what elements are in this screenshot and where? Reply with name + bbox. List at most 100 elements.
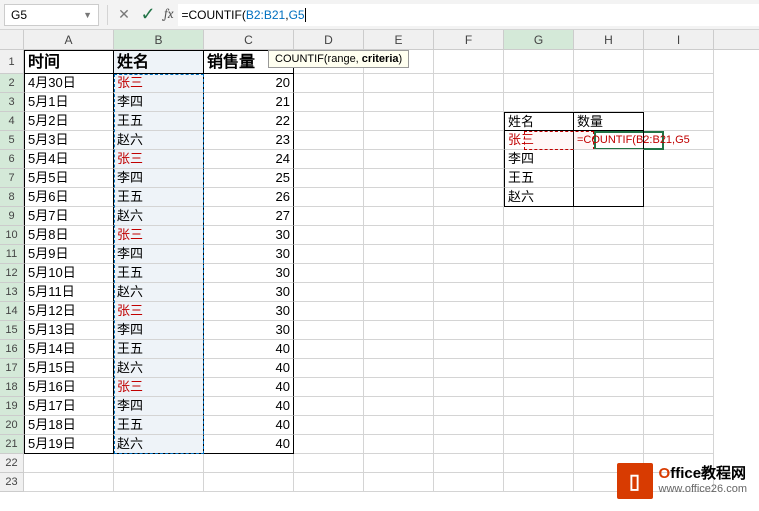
cell[interactable]: [644, 378, 714, 397]
cell-sales[interactable]: 30: [204, 321, 294, 340]
name-box[interactable]: G5 ▼: [4, 4, 99, 26]
cell[interactable]: [644, 226, 714, 245]
cell[interactable]: [644, 93, 714, 112]
row-header-16[interactable]: 16: [0, 340, 24, 359]
cell[interactable]: [574, 207, 644, 226]
cell[interactable]: [574, 359, 644, 378]
cell[interactable]: [434, 169, 504, 188]
cell[interactable]: [644, 359, 714, 378]
cell[interactable]: [434, 473, 504, 492]
side-qty[interactable]: [574, 169, 644, 188]
cell[interactable]: [204, 473, 294, 492]
cell-name[interactable]: 李四: [114, 397, 204, 416]
cell-sales[interactable]: 40: [204, 397, 294, 416]
cell-name[interactable]: 张三: [114, 226, 204, 245]
cell[interactable]: [434, 50, 504, 74]
cell[interactable]: [364, 378, 434, 397]
cell-sales[interactable]: 40: [204, 359, 294, 378]
cell[interactable]: [294, 435, 364, 454]
cell[interactable]: [294, 264, 364, 283]
cell[interactable]: [644, 397, 714, 416]
cell[interactable]: [644, 435, 714, 454]
side-header-name[interactable]: 姓名: [504, 112, 574, 131]
cell-sales[interactable]: 40: [204, 416, 294, 435]
cell-sales[interactable]: 30: [204, 264, 294, 283]
side-name[interactable]: 李四: [504, 150, 574, 169]
cell-date[interactable]: 5月2日: [24, 112, 114, 131]
cell[interactable]: [434, 283, 504, 302]
cell[interactable]: [644, 50, 714, 74]
cell[interactable]: [294, 93, 364, 112]
cell[interactable]: [364, 169, 434, 188]
cell[interactable]: [364, 283, 434, 302]
cell[interactable]: [364, 473, 434, 492]
cell-date[interactable]: 5月16日: [24, 378, 114, 397]
side-name[interactable]: 赵六: [504, 188, 574, 207]
cell[interactable]: [114, 473, 204, 492]
row-header-6[interactable]: 6: [0, 150, 24, 169]
cell-name[interactable]: 王五: [114, 188, 204, 207]
cell[interactable]: [114, 454, 204, 473]
cell-sales[interactable]: 22: [204, 112, 294, 131]
col-header-D[interactable]: D: [294, 30, 364, 49]
cell-sales[interactable]: 30: [204, 245, 294, 264]
cell[interactable]: [574, 321, 644, 340]
cell[interactable]: [24, 473, 114, 492]
cell[interactable]: [364, 435, 434, 454]
cell[interactable]: [434, 397, 504, 416]
cell[interactable]: [504, 283, 574, 302]
cell[interactable]: [364, 226, 434, 245]
cell[interactable]: [504, 473, 574, 492]
cell-date[interactable]: 5月14日: [24, 340, 114, 359]
formula-input[interactable]: =COUNTIF(B2:B21,G5: [178, 4, 759, 26]
row-header-7[interactable]: 7: [0, 169, 24, 188]
cell-date[interactable]: 5月6日: [24, 188, 114, 207]
cell-sales[interactable]: 30: [204, 283, 294, 302]
cell[interactable]: [294, 169, 364, 188]
cell[interactable]: [434, 340, 504, 359]
cell[interactable]: [364, 321, 434, 340]
cell[interactable]: [364, 264, 434, 283]
col-header-B[interactable]: B: [114, 30, 204, 49]
cell-name[interactable]: 张三: [114, 302, 204, 321]
col-header-G[interactable]: G: [504, 30, 574, 49]
dropdown-icon[interactable]: ▼: [83, 10, 92, 20]
cell-name[interactable]: 赵六: [114, 207, 204, 226]
cell-date[interactable]: 5月12日: [24, 302, 114, 321]
cell[interactable]: [644, 245, 714, 264]
cell[interactable]: [644, 340, 714, 359]
row-header-10[interactable]: 10: [0, 226, 24, 245]
cell[interactable]: [644, 416, 714, 435]
cell[interactable]: [574, 245, 644, 264]
row-header-3[interactable]: 3: [0, 93, 24, 112]
cell[interactable]: [644, 302, 714, 321]
cell-date[interactable]: 5月1日: [24, 93, 114, 112]
cell[interactable]: [364, 302, 434, 321]
cell[interactable]: [294, 359, 364, 378]
cell[interactable]: [644, 188, 714, 207]
cell[interactable]: [644, 321, 714, 340]
cell[interactable]: [644, 283, 714, 302]
cell-date[interactable]: 5月8日: [24, 226, 114, 245]
cell-date[interactable]: 5月19日: [24, 435, 114, 454]
row-header-2[interactable]: 2: [0, 74, 24, 93]
row-header-17[interactable]: 17: [0, 359, 24, 378]
cell-name[interactable]: 张三: [114, 74, 204, 93]
cell[interactable]: [644, 169, 714, 188]
cell[interactable]: [364, 340, 434, 359]
cell[interactable]: [644, 74, 714, 93]
cell[interactable]: [434, 454, 504, 473]
cell[interactable]: [504, 226, 574, 245]
cell[interactable]: [434, 226, 504, 245]
row-header-22[interactable]: 22: [0, 454, 24, 473]
cell[interactable]: [364, 359, 434, 378]
cell-sales[interactable]: 23: [204, 131, 294, 150]
cell[interactable]: [574, 264, 644, 283]
fx-label[interactable]: fx: [164, 7, 174, 22]
cell-name[interactable]: 李四: [114, 321, 204, 340]
cell[interactable]: [294, 131, 364, 150]
cell[interactable]: [294, 340, 364, 359]
cell[interactable]: [504, 207, 574, 226]
cell[interactable]: [574, 74, 644, 93]
cell[interactable]: [504, 454, 574, 473]
